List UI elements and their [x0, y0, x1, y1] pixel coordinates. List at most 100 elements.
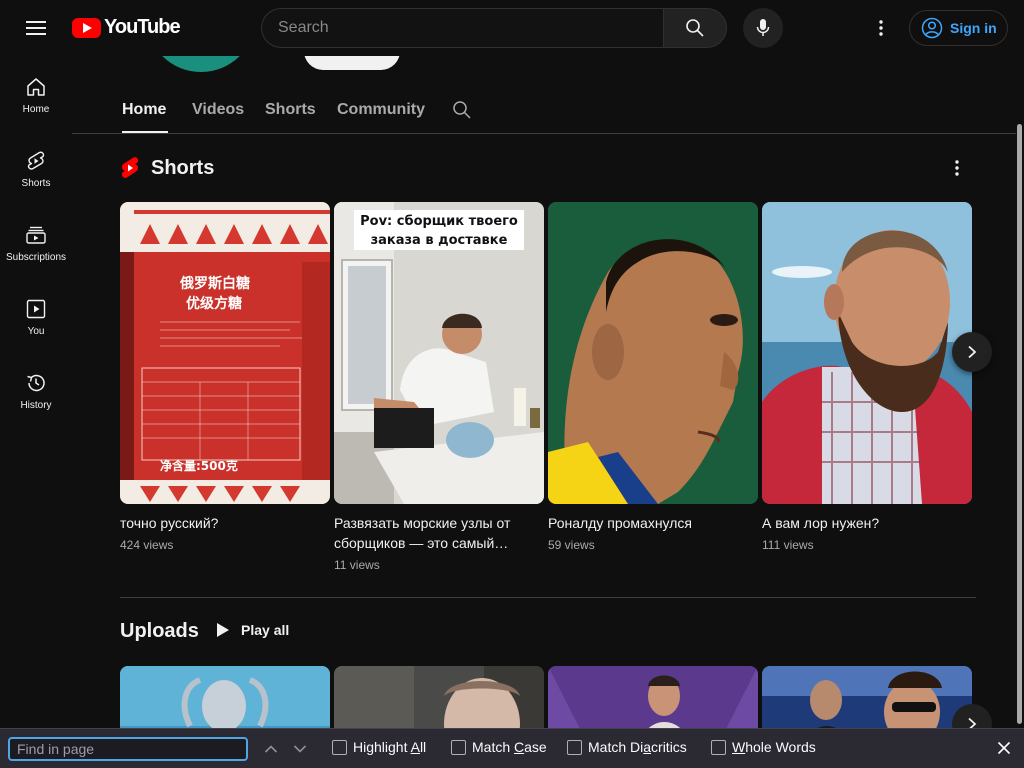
sidebar-item-you[interactable]: You [0, 278, 72, 352]
search-box [261, 8, 727, 48]
whole-words-option[interactable]: Whole Words [711, 739, 816, 755]
short-title[interactable]: Роналду промахнулся [548, 513, 748, 533]
sidebar-item-label: Shorts [21, 178, 51, 189]
uploads-section-header: Uploads [120, 620, 199, 643]
short-thumbnail[interactable] [548, 202, 758, 504]
man-on-stage-image [548, 666, 758, 728]
men-with-sunglasses-image [762, 666, 972, 728]
sugar-package-image: 俄罗斯白糖 优级方糖 净含量:500克 [120, 202, 330, 504]
short-overlay-line-2: заказа в доставке [371, 233, 508, 248]
chevron-right-icon [968, 345, 977, 359]
highlight-all-label: Highlight All [353, 739, 427, 755]
search-icon [453, 101, 471, 119]
short-title[interactable]: А вам лор нужен? [762, 513, 962, 533]
microphone-icon [756, 19, 770, 36]
youtube-wordmark: YouTube [104, 16, 181, 38]
youtube-play-icon [72, 17, 101, 38]
package-line-2: 优级方糖 [186, 295, 242, 312]
man-portrait-image [334, 666, 544, 728]
match-diacritics-option[interactable]: Match Diacritics [567, 739, 687, 755]
short-title[interactable]: Развязать морские узлы от сборщиков — эт… [334, 513, 534, 553]
search-button[interactable] [663, 8, 727, 48]
sign-in-button[interactable]: Sign in [909, 10, 1008, 46]
video-thumbnail[interactable] [334, 666, 544, 728]
short-views: 59 views [548, 538, 595, 552]
tab-home[interactable]: Home [122, 101, 166, 119]
play-all-label: Play all [241, 622, 290, 638]
you-icon [26, 299, 46, 319]
active-tab-indicator [122, 131, 168, 133]
short-thumbnail[interactable] [762, 202, 972, 504]
account-circle-icon [921, 17, 943, 39]
channel-content: Home Videos Shorts Community Shorts 俄罗斯白… [72, 56, 1016, 728]
search-icon [686, 19, 704, 37]
find-in-page-bar: Highlight All Match Case Match Diacritic… [0, 728, 1024, 768]
section-divider [120, 597, 976, 598]
sidebar-item-history[interactable]: History [0, 352, 72, 426]
short-title[interactable]: точно русский? [120, 513, 320, 533]
short-views: 111 views [762, 538, 814, 552]
short-views: 11 views [334, 558, 380, 572]
match-diacritics-checkbox[interactable] [567, 739, 582, 755]
voice-search-button[interactable] [743, 8, 783, 48]
shorts-next-button[interactable] [952, 332, 992, 372]
sidebar-item-home[interactable]: Home [0, 56, 72, 130]
scrollbar-thumb[interactable] [1017, 124, 1022, 724]
chevron-down-icon [293, 745, 307, 753]
shorts-section-menu-button[interactable] [945, 156, 969, 180]
channel-avatar[interactable] [146, 56, 256, 72]
find-input[interactable] [8, 737, 248, 761]
tab-community[interactable]: Community [337, 101, 425, 119]
highlight-all-checkbox[interactable] [332, 739, 347, 755]
short-thumbnail[interactable]: 俄罗斯白糖 优级方糖 净含量:500克 [120, 202, 330, 504]
sidebar-item-label: Home [22, 104, 50, 115]
play-all-button[interactable]: Play all [216, 622, 289, 638]
uploads-section-title[interactable]: Uploads [120, 620, 199, 643]
vertical-dots-icon [955, 160, 959, 176]
short-overlay-line-1: Pov: сборщик твоего [360, 214, 518, 229]
tab-videos[interactable]: Videos [192, 101, 244, 119]
page-scrollbar[interactable] [1016, 56, 1024, 728]
sidebar-item-label: Subscriptions [5, 252, 67, 263]
sign-in-label: Sign in [950, 20, 997, 36]
guide-menu-button[interactable] [20, 12, 52, 44]
video-thumbnail[interactable] [548, 666, 758, 728]
home-icon [27, 78, 45, 96]
match-case-checkbox[interactable] [451, 739, 466, 755]
settings-more-button[interactable] [866, 13, 896, 43]
shorts-logo-icon [121, 157, 139, 179]
whole-words-checkbox[interactable] [711, 739, 726, 755]
search-input[interactable] [261, 8, 663, 48]
shorts-section-title: Shorts [151, 156, 215, 179]
highlight-all-option[interactable]: Highlight All [332, 739, 426, 755]
mini-guide: Home Shorts Subscriptions You History [0, 56, 72, 768]
find-previous-button[interactable] [261, 739, 281, 759]
match-case-label: Match Case [472, 739, 547, 755]
youtube-logo[interactable]: YouTube [72, 16, 181, 39]
video-thumbnail[interactable] [762, 666, 972, 728]
play-icon [217, 623, 229, 637]
sidebar-item-label: You [27, 326, 45, 337]
video-thumbnail[interactable] [120, 666, 330, 728]
find-close-button[interactable] [994, 738, 1014, 758]
close-icon [997, 741, 1011, 755]
subscribe-button[interactable] [304, 56, 400, 70]
sidebar-item-subscriptions[interactable]: Subscriptions [0, 204, 72, 278]
chevron-right-icon [968, 717, 977, 728]
match-diacritics-label: Match Diacritics [588, 739, 687, 755]
match-case-option[interactable]: Match Case [451, 739, 547, 755]
bearded-man-image [762, 202, 972, 504]
short-thumbnail[interactable]: Pov: сборщик твоего заказа в доставке [334, 202, 544, 504]
chevron-up-icon [264, 745, 278, 753]
sidebar-item-shorts[interactable]: Shorts [0, 130, 72, 204]
find-next-button[interactable] [290, 739, 310, 759]
tab-shorts[interactable]: Shorts [265, 101, 316, 119]
man-at-table-image: Pov: сборщик твоего заказа в доставке [334, 202, 544, 504]
masthead: YouTube Sign in [0, 0, 1024, 56]
package-line-1: 俄罗斯白糖 [179, 275, 250, 292]
woman-blue-background-image [120, 666, 330, 728]
package-net-weight: 净含量:500克 [160, 458, 238, 473]
channel-tabs: Home Videos Shorts Community [72, 86, 1016, 134]
channel-search-button[interactable] [452, 100, 472, 125]
shorts-section-header: Shorts [120, 156, 214, 180]
